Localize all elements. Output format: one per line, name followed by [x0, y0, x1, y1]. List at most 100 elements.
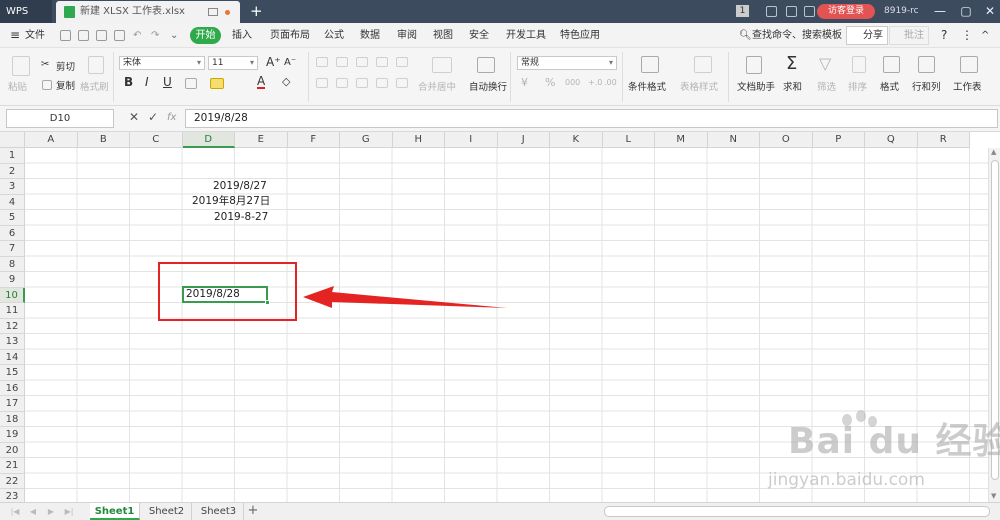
- format-button[interactable]: 格式: [880, 79, 899, 93]
- font-size-select[interactable]: 11 ▾: [208, 56, 258, 70]
- bold-button[interactable]: B: [124, 75, 133, 89]
- scroll-down-icon[interactable]: ▼: [991, 492, 996, 500]
- align-top-icon[interactable]: [316, 57, 328, 67]
- last-sheet-icon[interactable]: ▶|: [64, 505, 74, 518]
- select-all-corner[interactable]: [0, 132, 25, 148]
- indent-icon[interactable]: [376, 57, 388, 67]
- tab-page-layout[interactable]: 页面布局: [270, 23, 310, 48]
- copy-button[interactable]: 复制: [56, 78, 75, 92]
- menu-file[interactable]: 文件: [25, 23, 45, 48]
- row-header-4[interactable]: 4: [0, 194, 25, 210]
- column-header-m[interactable]: M: [655, 132, 708, 148]
- fill-color-icon[interactable]: [210, 78, 224, 89]
- merge-center-button[interactable]: 合并居中: [418, 79, 456, 93]
- row-header-5[interactable]: 5: [0, 210, 25, 226]
- save-icon[interactable]: [60, 30, 71, 41]
- close-button[interactable]: ✕: [980, 0, 1000, 22]
- column-header-q[interactable]: Q: [865, 132, 918, 148]
- vertical-scrollbar[interactable]: ▲ ▼: [988, 148, 1000, 502]
- hamburger-icon[interactable]: ≡: [10, 23, 20, 48]
- print-icon[interactable]: [96, 30, 107, 41]
- column-header-i[interactable]: I: [445, 132, 498, 148]
- row-header-17[interactable]: 17: [0, 396, 25, 412]
- redo-icon[interactable]: ↷: [151, 23, 159, 48]
- sheet-tab-sheet3[interactable]: Sheet3: [194, 503, 244, 520]
- tab-view[interactable]: 视图: [433, 23, 453, 48]
- column-header-e[interactable]: E: [235, 132, 288, 148]
- row-header-22[interactable]: 22: [0, 473, 25, 489]
- row-header-9[interactable]: 9: [0, 272, 25, 288]
- row-header-14[interactable]: 14: [0, 349, 25, 365]
- column-header-c[interactable]: C: [130, 132, 183, 148]
- number-format-select[interactable]: 常规 ▾: [517, 56, 617, 70]
- row-header-19[interactable]: 19: [0, 427, 25, 443]
- wrap-text-button[interactable]: 自动换行: [469, 79, 507, 93]
- row-header-23[interactable]: 23: [0, 489, 25, 502]
- row-header-1[interactable]: 1: [0, 148, 25, 164]
- tab-special-apps[interactable]: 特色应用: [560, 23, 600, 48]
- next-sheet-icon[interactable]: ▶: [46, 505, 56, 518]
- doc-assistant-button[interactable]: 文档助手: [737, 79, 775, 93]
- confirm-edit-icon[interactable]: ✓: [148, 110, 158, 124]
- justify-icon[interactable]: [376, 78, 388, 88]
- sum-button[interactable]: 求和: [783, 79, 802, 93]
- visitor-login-button[interactable]: 访客登录: [817, 4, 875, 19]
- column-header-b[interactable]: B: [77, 132, 130, 148]
- window-count-badge[interactable]: 1: [736, 5, 749, 17]
- align-center-icon[interactable]: [336, 78, 348, 88]
- command-search[interactable]: 查找命令、搜索模板: [752, 23, 842, 48]
- row-header-10[interactable]: 10: [0, 287, 25, 303]
- distribute-icon[interactable]: [396, 78, 408, 88]
- cell-d4[interactable]: 2019年8月27日: [192, 194, 270, 209]
- tab-insert[interactable]: 插入: [232, 23, 252, 48]
- name-box[interactable]: D10: [6, 109, 114, 128]
- cut-button[interactable]: 剪切: [56, 59, 75, 73]
- align-left-icon[interactable]: [316, 78, 328, 88]
- share-button[interactable]: 分享: [846, 26, 888, 45]
- column-header-h[interactable]: H: [392, 132, 445, 148]
- collapse-ribbon-button[interactable]: ^: [981, 23, 989, 48]
- maximize-button[interactable]: ▢: [956, 0, 976, 22]
- format-painter-button[interactable]: 格式刷: [80, 79, 109, 93]
- tab-home[interactable]: 开始: [190, 27, 221, 44]
- paste-button[interactable]: 粘贴: [8, 79, 27, 93]
- print-preview-icon[interactable]: [114, 30, 125, 41]
- border-icon[interactable]: [185, 78, 197, 89]
- wps-logo[interactable]: WPS: [0, 0, 52, 23]
- fill-handle[interactable]: [265, 300, 270, 305]
- column-header-k[interactable]: K: [550, 132, 603, 148]
- insert-function-icon[interactable]: fx: [167, 112, 176, 123]
- user-id[interactable]: 8919-rc: [884, 0, 919, 23]
- quick-access-dropdown-icon[interactable]: ⌄: [170, 23, 178, 48]
- thousands-button[interactable]: 000: [565, 78, 580, 87]
- column-header-r[interactable]: R: [917, 132, 970, 148]
- filter-button[interactable]: 筛选: [817, 79, 836, 93]
- new-tab-button[interactable]: +: [250, 0, 264, 22]
- column-header-a[interactable]: A: [25, 132, 78, 148]
- add-sheet-button[interactable]: +: [246, 503, 260, 520]
- row-header-16[interactable]: 16: [0, 380, 25, 396]
- cell-area[interactable]: [25, 148, 988, 502]
- font-color-button[interactable]: A: [257, 75, 266, 89]
- row-header-7[interactable]: 7: [0, 241, 25, 257]
- row-header-3[interactable]: 3: [0, 179, 25, 195]
- cell-d3[interactable]: 2019/8/27: [213, 179, 267, 194]
- percent-button[interactable]: %: [545, 76, 555, 89]
- settings-icon[interactable]: [804, 6, 815, 17]
- tab-security[interactable]: 安全: [469, 23, 489, 48]
- outdent-icon[interactable]: [396, 57, 408, 67]
- cancel-edit-icon[interactable]: ✕: [129, 110, 139, 124]
- row-header-18[interactable]: 18: [0, 411, 25, 427]
- table-style-button[interactable]: 表格样式: [680, 79, 718, 93]
- row-header-6[interactable]: 6: [0, 225, 25, 241]
- row-header-8[interactable]: 8: [0, 256, 25, 272]
- row-header-2[interactable]: 2: [0, 163, 25, 179]
- formula-input[interactable]: 2019/8/28: [185, 109, 998, 128]
- vertical-scroll-thumb[interactable]: [991, 160, 999, 480]
- column-header-n[interactable]: N: [707, 132, 760, 148]
- cell-d5[interactable]: 2019-8-27: [214, 210, 268, 225]
- skin-icon[interactable]: [766, 6, 777, 17]
- active-cell-d10[interactable]: 2019/8/28: [182, 286, 270, 305]
- row-header-20[interactable]: 20: [0, 442, 25, 458]
- decimal-decrease-icon[interactable]: .00: [604, 78, 617, 87]
